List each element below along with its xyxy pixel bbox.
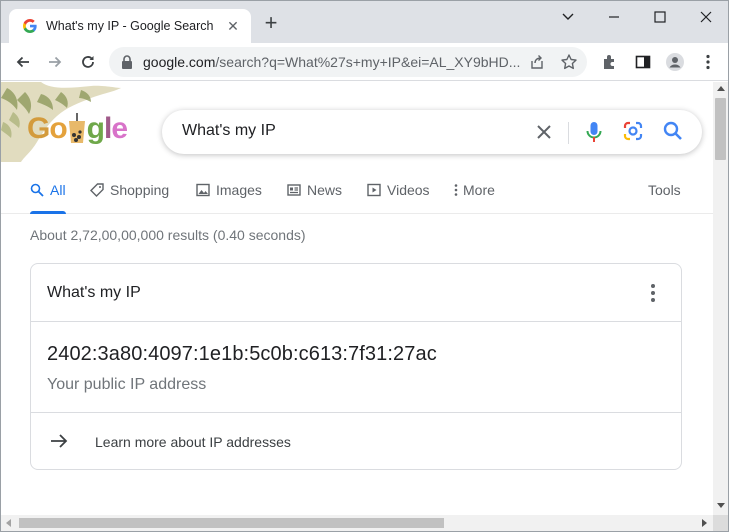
search-box[interactable]: What's my IP	[162, 110, 702, 154]
tab-title: What's my IP - Google Search	[46, 19, 214, 33]
google-doodle-logo[interactable]: Go gle	[27, 112, 128, 146]
url-path: /search?q=What%27s+my+IP&ei=AL_XY9bHD...	[215, 54, 521, 70]
scrollbar-corner	[713, 515, 728, 531]
scroll-down-arrow-icon[interactable]	[717, 503, 725, 508]
tab-label: News	[307, 182, 343, 198]
result-stats: About 2,72,00,00,000 results (0.40 secon…	[30, 227, 306, 243]
tab-search-chevron-icon[interactable]	[558, 7, 578, 27]
tab-all[interactable]: All	[30, 182, 66, 214]
scroll-up-arrow-icon[interactable]	[717, 86, 725, 91]
scroll-right-arrow-icon[interactable]	[702, 519, 707, 527]
bookmark-star-icon[interactable]	[560, 53, 578, 71]
tab-label: All	[50, 182, 66, 198]
tab-label: Images	[216, 182, 262, 198]
google-favicon-icon	[23, 19, 37, 33]
more-vert-icon	[454, 184, 458, 196]
profile-avatar-icon[interactable]	[665, 52, 685, 72]
search-submit-icon[interactable]	[662, 120, 684, 142]
tab-videos[interactable]: Videos	[367, 182, 430, 214]
address-bar[interactable]: google.com/search?q=What%27s+my+IP&ei=AL…	[109, 47, 587, 77]
close-window-icon[interactable]	[696, 7, 716, 27]
search-divider	[568, 122, 569, 144]
tab-strip: What's my IP - Google Search ✕ +	[1, 1, 728, 43]
browser-window: What's my IP - Google Search ✕ + google.…	[0, 0, 729, 532]
card-divider	[31, 412, 681, 413]
video-icon	[367, 183, 381, 197]
logo-letter: e	[111, 112, 128, 145]
search-input[interactable]: What's my IP	[182, 122, 276, 140]
search-results-page: Go gle What's my IP All Shopping Images …	[1, 82, 713, 515]
clear-search-icon[interactable]	[534, 122, 554, 142]
tab-label: Videos	[387, 182, 430, 198]
voice-search-mic-icon[interactable]	[583, 120, 605, 144]
google-lens-camera-icon[interactable]	[622, 120, 644, 142]
boba-cup-icon	[67, 113, 87, 143]
logo-letter: G	[27, 112, 50, 145]
horizontal-scroll-thumb[interactable]	[19, 518, 444, 528]
tab-images[interactable]: Images	[196, 182, 262, 214]
image-icon	[196, 183, 210, 197]
tag-icon	[90, 183, 104, 197]
search-icon	[30, 183, 44, 197]
forward-arrow-icon[interactable]	[45, 52, 65, 72]
reload-icon[interactable]	[78, 52, 98, 72]
browser-toolbar: google.com/search?q=What%27s+my+IP&ei=AL…	[1, 43, 728, 81]
ip-answer-card: What's my IP 2402:3a80:4097:1e1b:5c0b:c6…	[30, 263, 682, 470]
tab-close-icon[interactable]: ✕	[225, 18, 241, 34]
logo-letter: g	[86, 112, 105, 145]
scroll-left-arrow-icon[interactable]	[6, 519, 11, 527]
side-panel-icon[interactable]	[633, 52, 653, 72]
tab-more[interactable]: More	[453, 182, 495, 214]
new-tab-button[interactable]: +	[261, 12, 281, 34]
url-host: google.com	[143, 54, 216, 70]
ip-address-caption: Your public IP address	[47, 376, 207, 393]
card-more-options-icon[interactable]	[645, 282, 661, 304]
news-icon	[287, 184, 301, 196]
tab-label: Shopping	[110, 182, 170, 198]
logo-letter: o	[49, 112, 67, 145]
search-tabs: All Shopping Images News Videos More Too…	[1, 178, 713, 214]
horizontal-scrollbar[interactable]	[1, 515, 713, 531]
tools-button[interactable]: Tools	[648, 182, 681, 198]
minimize-icon[interactable]	[604, 7, 624, 27]
share-icon[interactable]	[529, 54, 545, 70]
card-divider	[31, 321, 681, 322]
tab-news[interactable]: News	[287, 182, 342, 214]
browser-tab[interactable]: What's my IP - Google Search ✕	[9, 9, 251, 43]
lock-icon[interactable]	[121, 55, 133, 69]
url-text[interactable]: google.com/search?q=What%27s+my+IP&ei=AL…	[143, 54, 528, 70]
extensions-puzzle-icon[interactable]	[600, 52, 620, 72]
logo-letter: l	[104, 112, 112, 145]
arrow-right-icon[interactable]	[49, 431, 69, 451]
tab-label: More	[463, 182, 495, 198]
maximize-icon[interactable]	[650, 7, 670, 27]
vertical-scrollbar[interactable]	[713, 82, 728, 515]
tab-shopping[interactable]: Shopping	[90, 182, 169, 214]
learn-more-link[interactable]: Learn more about IP addresses	[95, 434, 291, 450]
browser-menu-icon[interactable]	[698, 52, 718, 72]
ip-address-value: 2402:3a80:4097:1e1b:5c0b:c613:7f31:27ac	[47, 343, 437, 365]
card-title: What's my IP	[47, 284, 141, 301]
vertical-scroll-thumb[interactable]	[715, 98, 726, 160]
back-arrow-icon[interactable]	[13, 52, 33, 72]
